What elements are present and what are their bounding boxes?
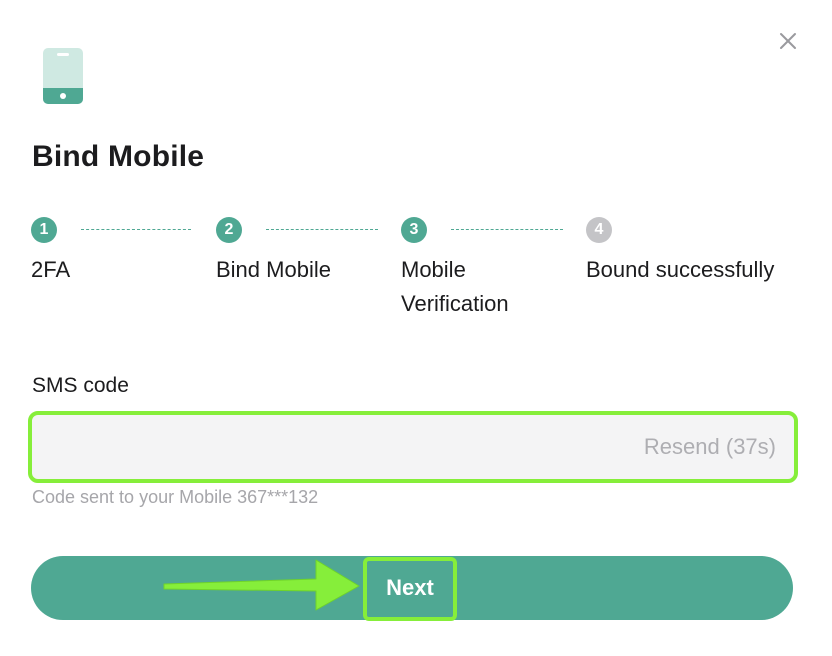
step-label: Mobile Verification — [401, 257, 509, 316]
code-sent-hint: Code sent to your Mobile 367***132 — [32, 487, 319, 507]
step-number: 2 — [216, 217, 242, 243]
step-label: Bound successfully — [586, 257, 775, 282]
step-bound-successfully: 4 Bound successfully — [586, 217, 774, 282]
step-connector — [266, 229, 378, 230]
step-label: Bind Mobile — [216, 257, 331, 282]
step-number: 4 — [586, 217, 612, 243]
resend-link[interactable]: Resend (37s) — [644, 415, 776, 479]
step-number: 3 — [401, 217, 427, 243]
step-label: 2FA — [31, 257, 71, 282]
step-mobile-verification: 3 Mobile Verification — [401, 217, 509, 316]
step-bind-mobile: 2 Bind Mobile — [216, 217, 331, 282]
step-connector — [451, 229, 563, 230]
step-2fa: 1 2FA — [31, 217, 70, 282]
close-icon — [780, 33, 796, 49]
annotation-arrow-icon — [163, 559, 360, 611]
page-title: Bind Mobile — [32, 140, 205, 173]
sms-code-label: SMS code — [32, 374, 129, 397]
step-number: 1 — [31, 217, 57, 243]
progress-stepper: 1 2FA 2 Bind Mobile 3 Mobile Verificatio… — [0, 217, 832, 327]
step-connector — [81, 229, 191, 230]
sms-code-input[interactable] — [32, 415, 592, 479]
sms-code-field: Resend (37s) — [28, 411, 798, 483]
next-button-label: Next — [386, 575, 434, 600]
mobile-phone-icon — [43, 48, 83, 109]
close-button[interactable] — [775, 28, 801, 54]
